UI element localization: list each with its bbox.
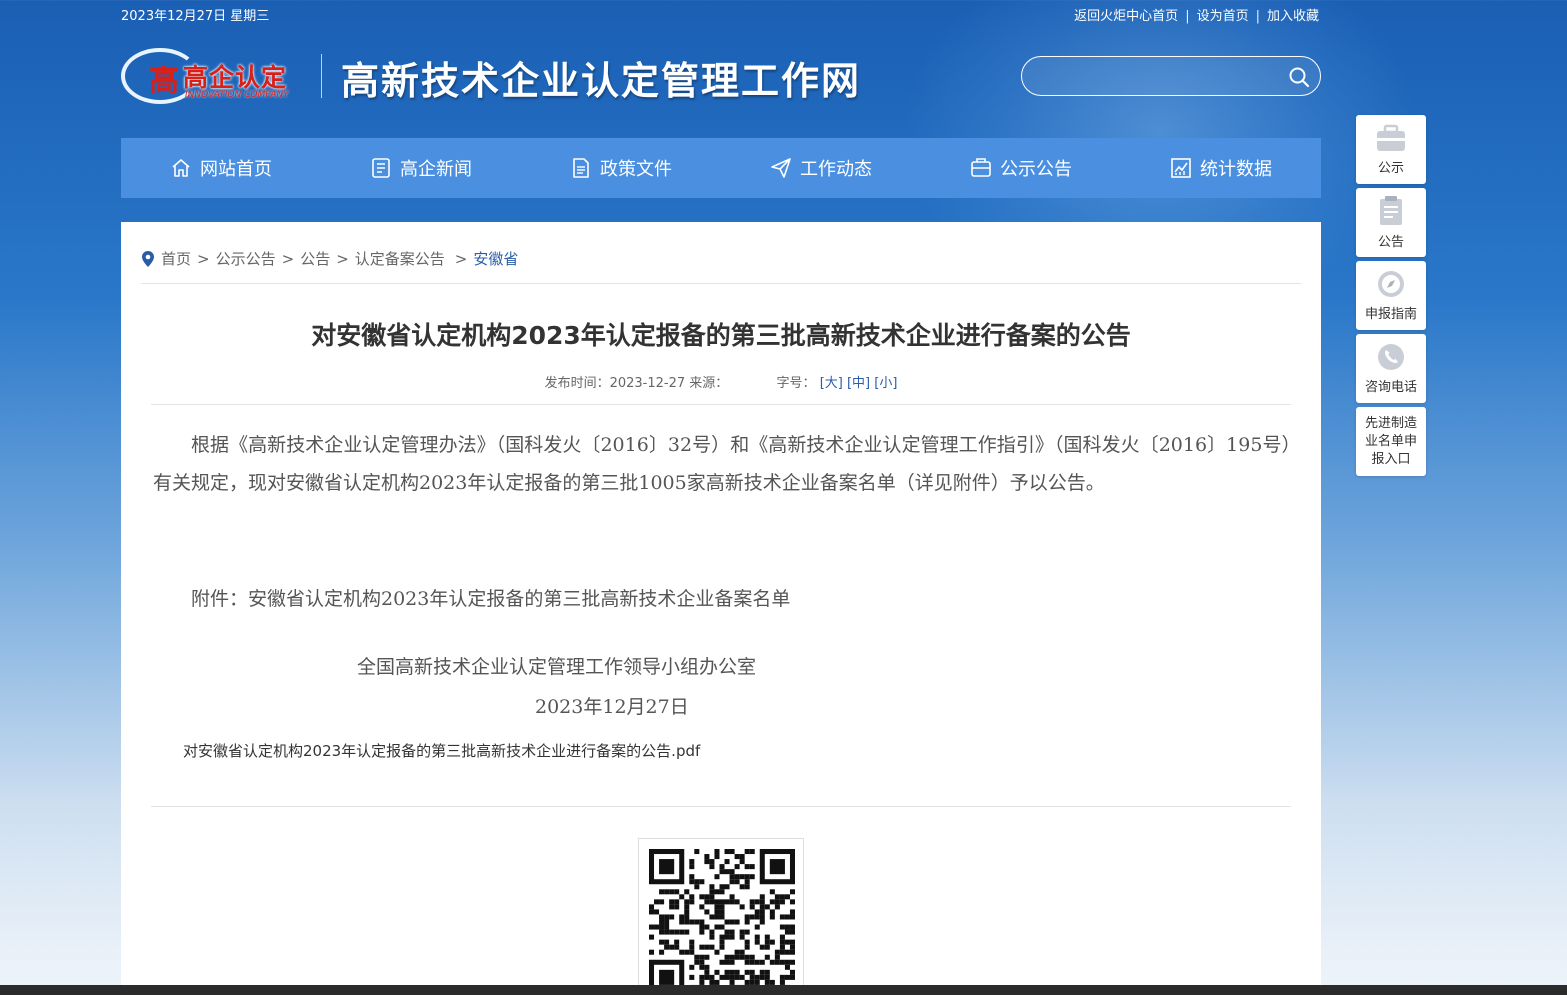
- sidebar-item-label: 咨询电话: [1364, 380, 1417, 395]
- nav-item-work[interactable]: 工作动态: [721, 138, 921, 198]
- font-size-medium-button[interactable]: [中]: [847, 376, 870, 391]
- home-icon: [172, 159, 190, 177]
- top-links: 返回火炬中心首页 | 设为首页 | 加入收藏: [1074, 5, 1319, 24]
- logo-text-en: INNOVATION COMPANY: [185, 90, 289, 100]
- nav-item-label: 工作动态: [800, 159, 872, 180]
- search-icon[interactable]: [1288, 66, 1310, 88]
- phone-icon: [1378, 344, 1404, 370]
- current-date: 2023年12月27日 星期三: [121, 9, 270, 24]
- document-icon: [573, 158, 589, 178]
- sidebar-item-guide[interactable]: 申报指南: [1356, 261, 1426, 330]
- notice-icon: [971, 158, 991, 177]
- nav-item-label: 网站首页: [200, 159, 272, 180]
- compass-icon: [1378, 271, 1404, 297]
- breadcrumb-separator: >: [281, 249, 295, 268]
- font-size-label: 字号：: [776, 376, 816, 391]
- taskbar: [0, 985, 1567, 995]
- nav-item-stats[interactable]: 统计数据: [1121, 138, 1321, 198]
- search-input[interactable]: [1038, 65, 1278, 89]
- sidebar-item-label: 申报指南: [1364, 307, 1417, 322]
- divider: [151, 806, 1291, 807]
- logo-mark: 高: [149, 64, 179, 99]
- sidebar-item-label: 先进制造业名单申报入口: [1364, 415, 1417, 467]
- article-paragraph: 根据《高新技术企业认定管理办法》（国科发火〔2016〕32号）和《高新技术企业认…: [153, 434, 1291, 494]
- attachment-text: 附件：安徽省认定机构2023年认定报备的第三批高新技术企业备案名单: [191, 588, 791, 610]
- qr-code-image: [649, 849, 795, 995]
- breadcrumb: 首页 > 公示公告 > 公告 > 认定备案公告 > 安徽省: [141, 248, 518, 269]
- link-add-favorite[interactable]: 加入收藏: [1267, 9, 1319, 24]
- site-header: 高 高企认定 INNOVATION COMPANY 高新技术企业认定管理工作网: [121, 40, 1321, 110]
- separator: |: [1255, 9, 1260, 24]
- logo-text-cn: 高企认定: [183, 63, 288, 92]
- sidebar-item-announcement[interactable]: 公告: [1356, 188, 1426, 257]
- nav-item-news[interactable]: 高企新闻: [321, 138, 521, 198]
- briefcase-icon: [1377, 124, 1405, 151]
- signature-date: 2023年12月27日: [535, 696, 689, 718]
- chart-icon: [1171, 158, 1191, 178]
- nav-item-home[interactable]: 网站首页: [121, 138, 321, 198]
- divider: [151, 404, 1291, 405]
- send-icon: [771, 158, 791, 178]
- main-nav: 网站首页 高企新闻 政策文件 工作动态 公示公告 统计数据: [121, 138, 1321, 198]
- font-size-large-button[interactable]: [大]: [820, 376, 843, 391]
- breadcrumb-separator: >: [197, 249, 210, 268]
- article-body: 根据《高新技术企业认定管理办法》（国科发火〔2016〕32号）和《高新技术企业认…: [153, 426, 1291, 610]
- news-icon: [372, 158, 390, 178]
- sidebar-item-label: 公告: [1377, 235, 1404, 250]
- top-bar: 2023年12月27日 星期三 返回火炬中心首页 | 设为首页 | 加入收藏: [121, 0, 1321, 26]
- separator: |: [1185, 9, 1190, 24]
- location-pin-icon: [142, 250, 154, 267]
- link-set-homepage[interactable]: 设为首页: [1197, 9, 1249, 24]
- link-return-torch-home[interactable]: 返回火炬中心首页: [1074, 9, 1178, 24]
- breadcrumb-separator: >: [336, 249, 349, 268]
- nav-item-policy[interactable]: 政策文件: [521, 138, 721, 198]
- nav-item-label: 政策文件: [600, 159, 672, 180]
- article-title: 对安徽省认定机构2023年认定报备的第三批高新技术企业进行备案的公告: [311, 321, 1131, 350]
- floating-sidebar: 公示 公告 申报指南 咨询电话 先进制造业名单申报入口: [1356, 115, 1426, 480]
- sidebar-item-manufacturing-entry[interactable]: 先进制造业名单申报入口: [1356, 407, 1426, 476]
- nav-item-label: 公示公告: [1000, 159, 1072, 180]
- pdf-attachment-link[interactable]: 对安徽省认定机构2023年认定报备的第三批高新技术企业进行备案的公告.pdf: [183, 740, 700, 761]
- publish-info: 发布时间：2023-12-27 来源：: [544, 376, 729, 391]
- sidebar-item-phone[interactable]: 咨询电话: [1356, 334, 1426, 403]
- breadcrumb-filing[interactable]: 认定备案公告: [355, 248, 445, 269]
- article-meta: 发布时间：2023-12-27 来源： 字号： [大] [中] [小]: [151, 372, 1291, 391]
- sidebar-item-publicity[interactable]: 公示: [1356, 115, 1426, 184]
- search-box: [1021, 56, 1321, 96]
- content-panel: 首页 > 公示公告 > 公告 > 认定备案公告 > 安徽省 对安徽省认定机构20…: [121, 222, 1321, 995]
- header-divider: [321, 54, 322, 98]
- sidebar-item-label: 公示: [1377, 161, 1404, 176]
- breadcrumb-separator: >: [454, 249, 468, 268]
- breadcrumb-current[interactable]: 安徽省: [473, 248, 518, 269]
- signature-org: 全国高新技术企业认定管理工作领导小组办公室: [357, 656, 757, 678]
- nav-item-label: 高企新闻: [400, 159, 472, 180]
- breadcrumb-announcement[interactable]: 公告: [300, 248, 330, 269]
- breadcrumb-home[interactable]: 首页: [161, 248, 191, 269]
- divider: [141, 283, 1301, 284]
- clipboard-icon: [1380, 196, 1402, 225]
- site-logo[interactable]: 高 高企认定 INNOVATION COMPANY: [121, 46, 306, 106]
- nav-item-notice[interactable]: 公示公告: [921, 138, 1121, 198]
- site-title: 高新技术企业认定管理工作网: [341, 58, 862, 103]
- font-size-small-button[interactable]: [小]: [874, 376, 897, 391]
- nav-item-label: 统计数据: [1200, 159, 1272, 180]
- breadcrumb-notices[interactable]: 公示公告: [216, 248, 276, 269]
- qr-code: [638, 838, 804, 995]
